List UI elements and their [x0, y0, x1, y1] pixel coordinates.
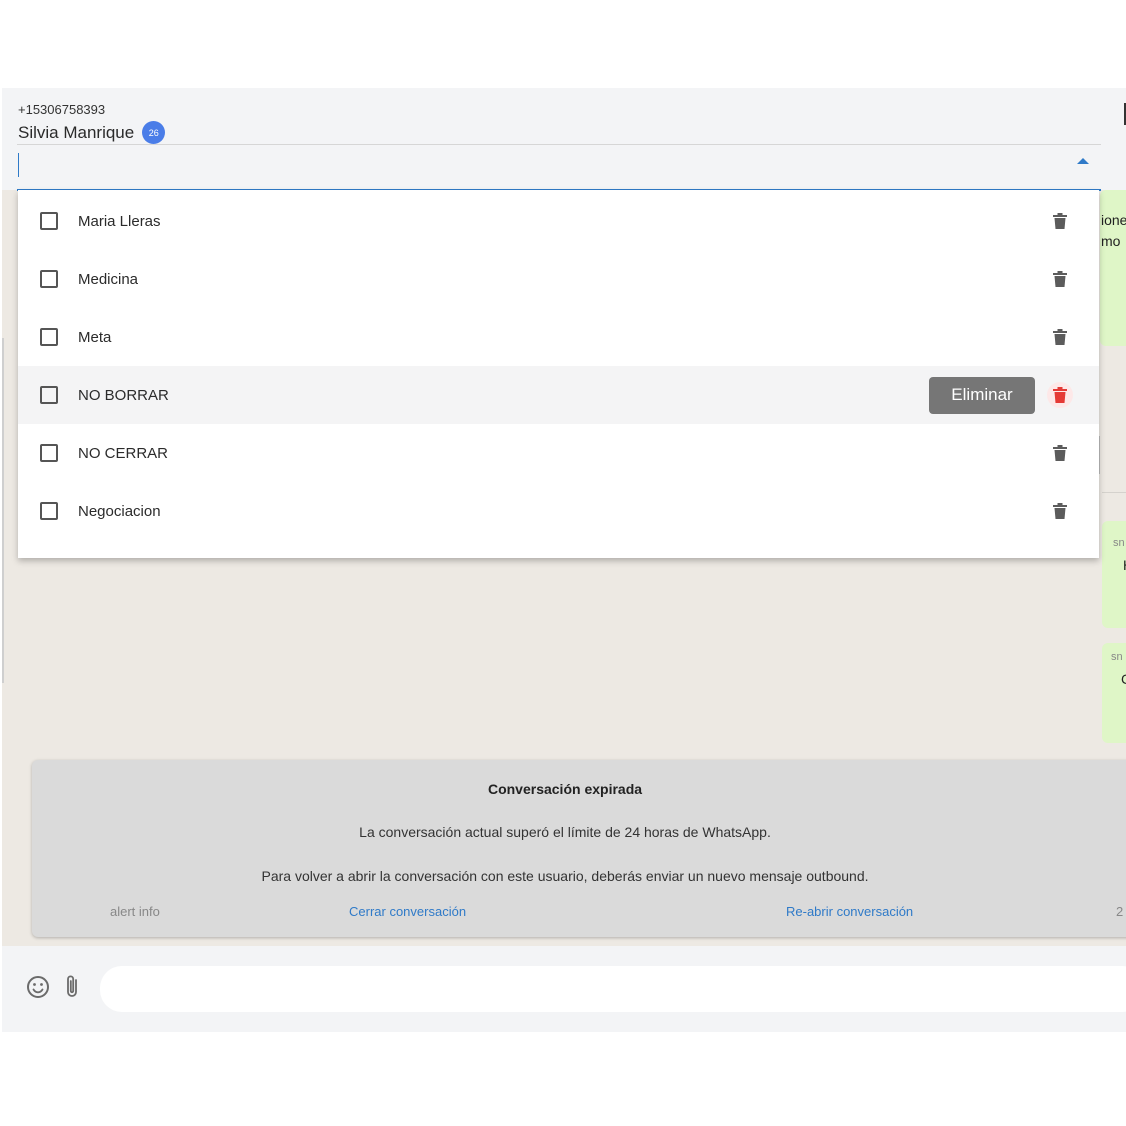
tag-dropdown: Maria Lleras Medicina Meta NO BORRAR Eli…: [18, 190, 1099, 558]
contact-phone: +15306758393: [18, 102, 106, 117]
reopen-conversation-link[interactable]: Re-abrir conversación: [786, 904, 913, 919]
trash-icon[interactable]: [1047, 382, 1073, 408]
left-divider: [2, 338, 4, 683]
message-sender: sn: [1111, 651, 1123, 663]
message-text: H: [1113, 557, 1126, 573]
tag-option[interactable]: NO BORRAR Eliminar: [18, 366, 1099, 424]
message-composer: [2, 946, 1126, 1032]
divider: [1102, 492, 1126, 493]
tag-option[interactable]: Negociacion: [18, 482, 1099, 540]
delete-tooltip: Eliminar: [929, 376, 1035, 414]
tag-checkbox[interactable]: [40, 502, 58, 520]
alert-info-label: alert info: [110, 904, 160, 919]
tag-label: Meta: [78, 328, 112, 346]
chat-header: +15306758393 Silvia Manrique 26: [2, 88, 1126, 191]
tag-option[interactable]: Meta: [18, 308, 1099, 366]
tag-option[interactable]: Maria Lleras: [18, 192, 1099, 250]
tag-checkbox[interactable]: [40, 444, 58, 462]
contact-name-row: Silvia Manrique 26: [18, 121, 166, 144]
paperclip-icon[interactable]: [62, 973, 84, 1001]
message-text: C: [1111, 671, 1126, 687]
tag-checkbox[interactable]: [40, 328, 58, 346]
message-text: mo: [1101, 233, 1121, 249]
alert-message: La conversación actual superó el límite …: [359, 824, 771, 840]
alert-timestamp: 2: [1116, 904, 1124, 919]
tag-label: Negociacion: [78, 502, 161, 520]
trash-icon[interactable]: [1050, 327, 1070, 347]
tag-checkbox[interactable]: [40, 212, 58, 230]
message-bubble: ione mo: [1100, 190, 1126, 346]
contact-name[interactable]: Silvia Manrique: [18, 123, 134, 143]
tag-checkbox[interactable]: [40, 386, 58, 404]
unread-badge: 26: [142, 121, 166, 144]
trash-icon[interactable]: [1050, 269, 1070, 289]
expired-conversation-alert: Conversación expirada La conversación ac…: [32, 760, 1126, 937]
alert-title: Conversación expirada: [487, 781, 643, 797]
tag-label: Medicina: [78, 270, 139, 288]
trash-icon[interactable]: [1050, 211, 1070, 231]
tag-label: NO CERRAR: [78, 444, 169, 462]
trash-icon[interactable]: [1050, 443, 1070, 463]
chevron-up-icon[interactable]: [1077, 158, 1089, 164]
message-input[interactable]: [100, 966, 1126, 1012]
tag-label: NO BORRAR: [78, 386, 169, 404]
message-bubble: sn H: [1102, 521, 1126, 628]
alert-message: Para volver a abrir la conversación con …: [261, 868, 869, 884]
tag-label: Maria Lleras: [78, 212, 161, 230]
tag-option[interactable]: Medicina: [18, 250, 1099, 308]
text-caret: [18, 153, 19, 177]
message-sender: sn: [1113, 537, 1125, 549]
close-conversation-link[interactable]: Cerrar conversación: [349, 904, 466, 919]
tag-option[interactable]: NO CERRAR: [18, 424, 1099, 482]
tag-search-field[interactable]: [17, 144, 1101, 191]
message-bubble: sn C: [1102, 643, 1126, 743]
tag-search-input[interactable]: [17, 145, 1055, 185]
emoji-icon[interactable]: [26, 975, 50, 999]
message-text: ione: [1101, 212, 1126, 228]
chat-panel: +15306758393 Silvia Manrique 26 ione mo …: [2, 88, 1126, 1032]
tag-checkbox[interactable]: [40, 270, 58, 288]
trash-icon[interactable]: [1050, 501, 1070, 521]
